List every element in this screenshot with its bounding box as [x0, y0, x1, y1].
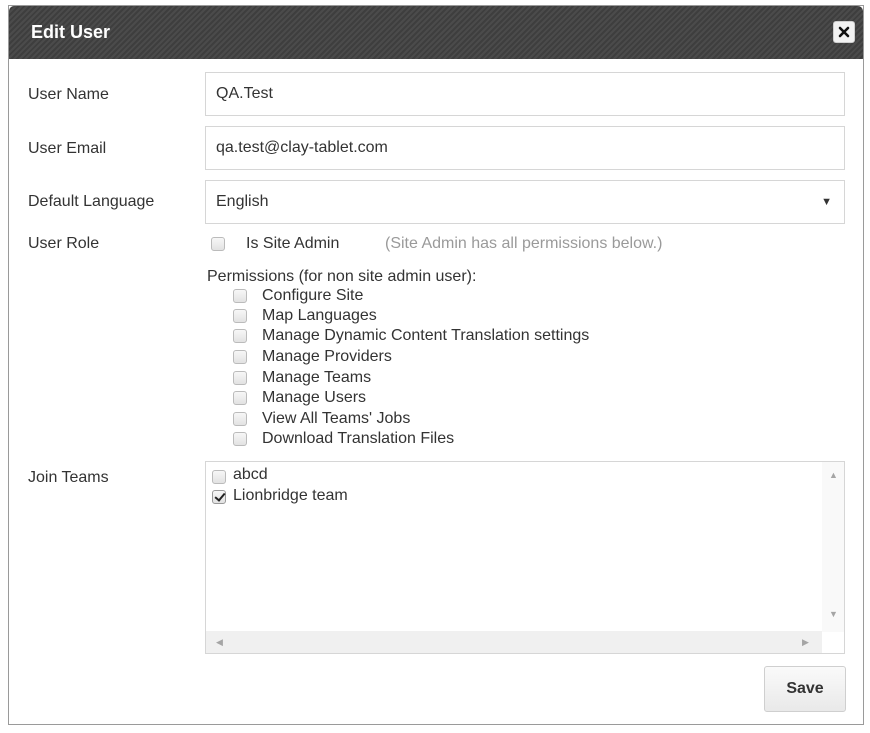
permission-checkbox-download-translation-files[interactable]: [233, 432, 247, 446]
user-email-label: User Email: [28, 140, 107, 157]
user-name-field[interactable]: QA.Test: [205, 72, 845, 116]
permission-checkbox-map-languages[interactable]: [233, 309, 247, 323]
permission-label-manage-teams: Manage Teams: [262, 369, 372, 386]
permission-checkbox-manage-dynamic-content[interactable]: [233, 329, 247, 343]
teams-horizontal-scrollbar[interactable]: ◀ ▶: [206, 631, 822, 653]
dialog-titlebar: Edit User: [9, 6, 863, 59]
scroll-up-icon[interactable]: ▲: [829, 470, 838, 480]
save-button[interactable]: Save: [764, 666, 846, 712]
teams-vertical-scrollbar[interactable]: ▲ ▼: [822, 462, 844, 632]
permission-label-map-languages: Map Languages: [262, 307, 377, 324]
permission-label-manage-users: Manage Users: [262, 389, 367, 406]
scroll-left-icon[interactable]: ◀: [216, 637, 223, 648]
teams-list[interactable]: abcd Lionbridge team ▲ ▼ ◀ ▶: [205, 461, 845, 654]
team-checkbox-lionbridge[interactable]: [212, 490, 226, 504]
scroll-down-icon[interactable]: ▼: [829, 609, 838, 619]
team-checkbox-abcd[interactable]: [212, 470, 226, 484]
permission-label-configure-site: Configure Site: [262, 287, 364, 304]
default-language-value: English: [216, 193, 269, 210]
permission-label-manage-dynamic-content: Manage Dynamic Content Translation setti…: [262, 327, 590, 344]
permission-checkbox-manage-teams[interactable]: [233, 371, 247, 385]
permission-label-manage-providers: Manage Providers: [262, 348, 392, 365]
scroll-right-icon[interactable]: ▶: [802, 637, 809, 648]
permission-label-download-translation-files: Download Translation Files: [262, 430, 455, 447]
close-button[interactable]: [833, 21, 855, 43]
permission-label-view-all-teams-jobs: View All Teams' Jobs: [262, 410, 411, 427]
default-language-select[interactable]: English ▼: [205, 180, 845, 224]
team-label-abcd: abcd: [233, 466, 268, 483]
permission-checkbox-configure-site[interactable]: [233, 289, 247, 303]
close-icon: [838, 26, 850, 38]
permission-checkbox-manage-providers[interactable]: [233, 350, 247, 364]
edit-user-dialog: Edit User User Name QA.Test User Email q…: [8, 5, 864, 725]
default-language-label: Default Language: [28, 193, 155, 210]
is-site-admin-label: Is Site Admin: [246, 235, 340, 252]
join-teams-label: Join Teams: [28, 469, 109, 486]
permission-checkbox-view-all-teams-jobs[interactable]: [233, 412, 247, 426]
user-name-label: User Name: [28, 86, 109, 103]
permission-checkbox-manage-users[interactable]: [233, 391, 247, 405]
team-label-lionbridge: Lionbridge team: [233, 487, 348, 504]
user-role-label: User Role: [28, 235, 100, 252]
is-site-admin-checkbox[interactable]: [211, 237, 225, 251]
user-email-field[interactable]: qa.test@clay-tablet.com: [205, 126, 845, 170]
dialog-title: Edit User: [31, 22, 111, 42]
permissions-heading: Permissions (for non site admin user):: [207, 268, 477, 285]
chevron-down-icon: ▼: [821, 196, 832, 208]
site-admin-note: (Site Admin has all permissions below.): [385, 235, 663, 252]
